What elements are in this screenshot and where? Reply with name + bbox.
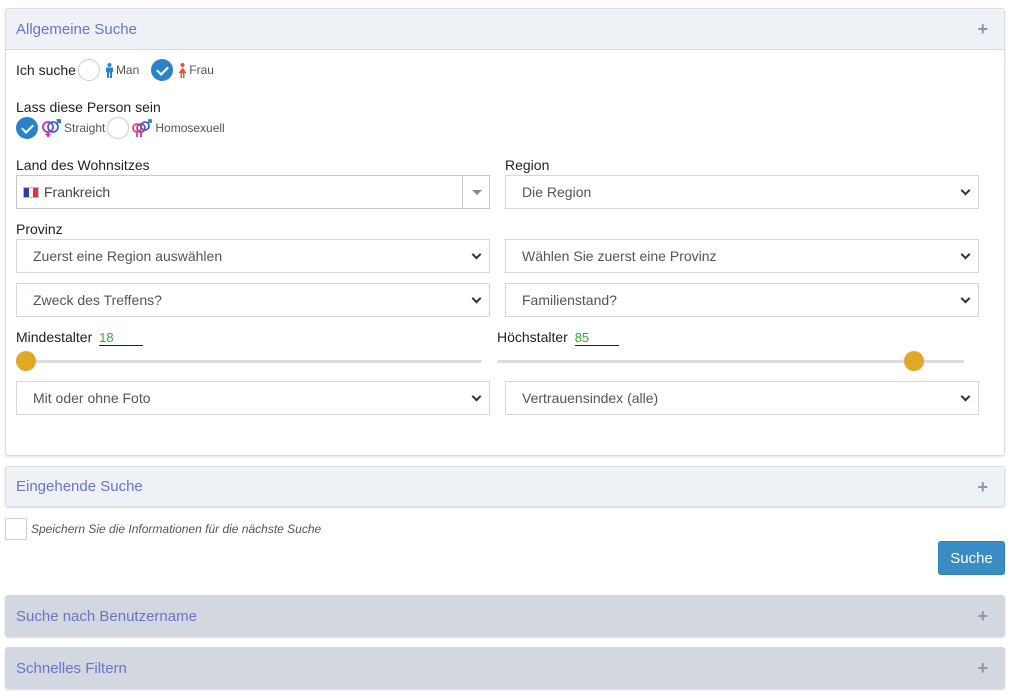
purpose-value: Zweck des Treffens? [33,292,162,308]
country-select[interactable]: Frankreich [16,175,490,209]
search-button[interactable]: Suche [938,541,1005,575]
radio-woman[interactable] [151,59,174,81]
radio-straight-label: Straight [64,121,106,135]
region-value: Die Region [522,184,592,200]
chevron-down-icon [471,293,482,304]
username-search-title: Suche nach Benutzername [16,607,197,625]
detailed-search-panel: Eingehende Suche + [5,466,1005,507]
quick-filter-panel: Schnelles Filtern + [5,647,1005,689]
username-search-panel: Suche nach Benutzername + [5,595,1005,637]
caret-down-icon[interactable] [462,176,489,208]
marital-status-select[interactable]: Familienstand? [505,283,979,317]
username-search-header[interactable]: Suche nach Benutzername + [6,596,1004,636]
quick-filter-header[interactable]: Schnelles Filtern + [6,648,1004,688]
radio-homosexual[interactable] [107,117,130,139]
chevron-down-icon [960,391,971,402]
country-label: Land des Wohnsitzes [16,157,150,173]
female-icon [178,62,187,79]
looking-for-label: Ich suche [16,62,76,78]
region-label: Region [505,157,550,173]
province-value: Zuerst eine Region auswählen [33,248,223,264]
chevron-down-icon [960,249,971,260]
country-value: Frankreich [44,184,111,200]
chevron-down-icon [471,249,482,260]
max-age-slider-thumb[interactable] [903,351,924,371]
male-icon [105,62,114,79]
marital-status-value: Familienstand? [522,292,617,308]
min-age-group: Mindestalter 18 [16,329,144,346]
save-info-label: Speichern Sie die Informationen für die … [31,522,322,536]
radio-man[interactable] [77,59,100,81]
straight-icon [40,118,62,138]
min-age-slider-track[interactable] [16,360,482,363]
city-select[interactable]: Wählen Sie zuerst eine Provinz [505,239,979,273]
province-label: Provinz [16,221,63,237]
trust-index-value: Vertrauensindex (alle) [522,390,659,406]
detailed-search-title: Eingehende Suche [16,478,143,495]
radio-woman-label: Frau [189,63,214,77]
min-age-value[interactable]: 18 [99,330,144,346]
max-age-label: Höchstalter [497,329,568,345]
city-value: Wählen Sie zuerst eine Provinz [522,248,717,264]
plus-icon[interactable]: + [977,607,988,625]
orientation-group: Straight Homosexuell [16,117,225,139]
orientation-label: Lass diese Person sein [16,99,161,115]
radio-homosexual-label: Homosexuell [155,121,225,135]
photo-select[interactable]: Mit oder ohne Foto [16,381,490,415]
plus-icon[interactable]: + [977,659,988,677]
purpose-select[interactable]: Zweck des Treffens? [16,283,490,317]
plus-icon[interactable]: + [977,478,988,496]
chevron-down-icon [960,185,971,196]
min-age-slider-thumb[interactable] [16,351,36,371]
chevron-down-icon [960,293,971,304]
max-age-group: Höchstalter 85 [497,329,619,346]
general-search-title: Allgemeine Suche [16,20,137,38]
max-age-slider-track[interactable] [497,360,964,363]
save-info-checkbox[interactable] [5,518,27,540]
homosexual-icon [131,118,153,138]
min-age-label: Mindestalter [16,329,93,345]
trust-index-select[interactable]: Vertrauensindex (alle) [505,381,979,415]
general-search-header[interactable]: Allgemeine Suche + [6,9,1004,50]
province-select[interactable]: Zuerst eine Region auswählen [16,239,490,273]
photo-value: Mit oder ohne Foto [33,390,151,406]
france-flag-icon [23,186,39,198]
radio-straight[interactable] [16,117,38,139]
detailed-search-header[interactable]: Eingehende Suche + [6,467,1004,506]
radio-man-label: Man [115,63,140,77]
max-age-value[interactable]: 85 [574,330,619,346]
region-select[interactable]: Die Region [505,175,979,209]
looking-for-group: Ich suche Man Frau [16,59,214,81]
quick-filter-title: Schnelles Filtern [16,659,127,677]
chevron-down-icon [471,391,482,402]
plus-icon[interactable]: + [977,20,988,38]
